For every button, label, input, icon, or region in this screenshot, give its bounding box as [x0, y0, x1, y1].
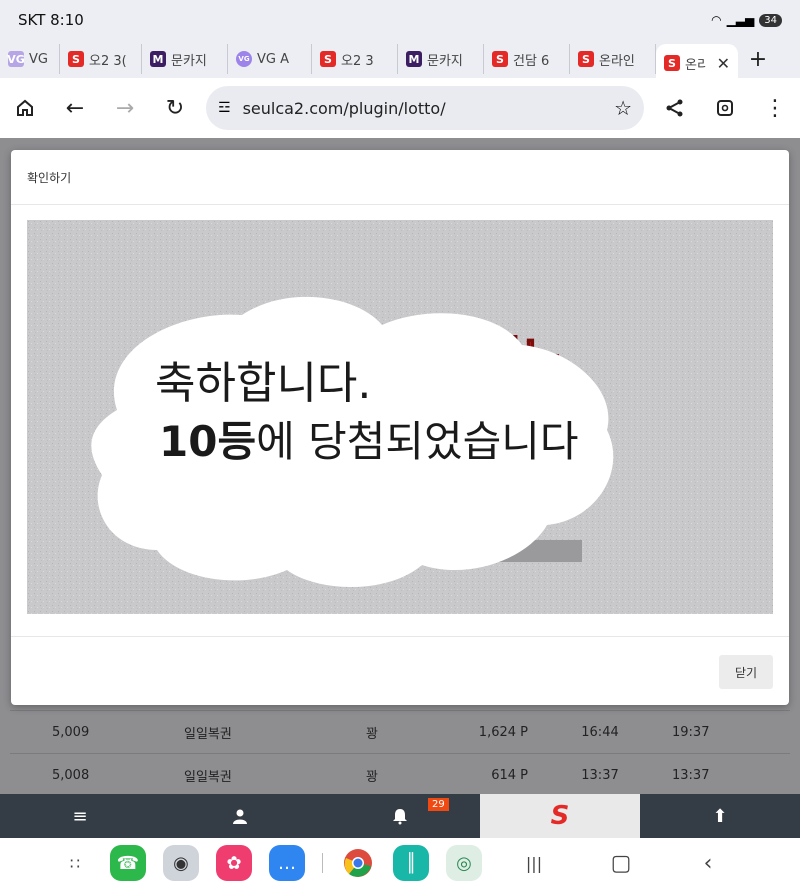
tab-item[interactable]: S 오2 3: [312, 44, 398, 74]
table-cell: 16:44: [529, 710, 671, 754]
camera-app-icon[interactable]: ◉: [163, 845, 199, 881]
close-button[interactable]: 닫기: [719, 655, 773, 689]
phone-app-icon[interactable]: ☎: [110, 845, 146, 881]
tab-favicon-icon: S: [320, 51, 336, 67]
tab-favicon-icon: S: [664, 55, 680, 71]
notification-bell-icon[interactable]: 29: [320, 794, 480, 838]
gallery-app-icon[interactable]: ✿: [216, 845, 252, 881]
tab-favicon-icon: S: [68, 51, 84, 67]
chrome-app-icon[interactable]: [340, 845, 376, 881]
tab-favicon-icon: M: [150, 51, 166, 67]
table-cell: 꽝: [365, 710, 447, 754]
table-cell: 13:37: [529, 753, 671, 796]
bookmark-star-icon[interactable]: ☆: [614, 96, 632, 120]
tab-favicon-icon: VG: [7, 51, 25, 67]
confirm-modal: 확인하기 카지노 축하합니다. 10등에 당첨되었습니다 닫기: [11, 150, 789, 705]
tab-favicon-icon: VG: [236, 51, 252, 67]
tab-item[interactable]: VG VG A: [228, 44, 312, 74]
user-icon[interactable]: [160, 794, 320, 838]
prize-rank-number: 10: [159, 417, 217, 466]
share-icon[interactable]: [650, 83, 700, 133]
more-menu-icon[interactable]: ⋮: [750, 83, 800, 133]
table-row: 5,008 일일복권 꽝 614 P 13:37 13:37: [10, 753, 790, 796]
scratch-card-canvas: 카지노 축하합니다. 10등에 당첨되었습니다: [27, 220, 773, 614]
tab-item[interactable]: M 문카지: [398, 44, 484, 74]
congrats-line-1: 축하합니다.: [155, 358, 371, 409]
url-text[interactable]: seulca2.com/plugin/lotto/: [243, 99, 603, 118]
system-icons: ◠ ▁▃▅ 34: [711, 13, 782, 27]
modal-header: 확인하기: [11, 150, 789, 205]
table-cell: 1,624 P: [447, 710, 529, 754]
home-icon[interactable]: [0, 83, 50, 133]
tab-title: VG A: [257, 51, 289, 67]
scratch-card[interactable]: 카지노 축하합니다. 10등에 당첨되었습니다: [27, 220, 773, 614]
messages-app-icon[interactable]: …: [269, 845, 305, 881]
browser-toolbar: ← → ↻ ☲ seulca2.com/plugin/lotto/ ☆ ⋮: [0, 78, 800, 138]
forward-icon[interactable]: →: [100, 83, 150, 133]
table-cell: 614 P: [447, 753, 529, 796]
prize-message: 에 당첨되었습니다: [256, 417, 578, 466]
tab-title: 오2 3: [341, 53, 374, 69]
tab-favicon-icon: S: [492, 51, 508, 67]
barcode-app-icon[interactable]: ║: [393, 845, 429, 881]
wifi-icon: ◠: [711, 13, 722, 27]
tab-title: 오2 3(: [89, 53, 127, 69]
site-bottom-nav: ≡ 29 S ⬆: [0, 794, 800, 838]
tab-item-active[interactable]: S 온리 ✕: [656, 44, 738, 82]
tab-title: 문카지: [427, 53, 463, 69]
congrats-line-2: 10등에 당첨되었습니다: [159, 417, 579, 466]
tab-switcher-icon[interactable]: [700, 83, 750, 133]
notification-badge: 29: [428, 798, 449, 811]
table-cell: 13:37: [671, 753, 790, 796]
scroll-top-icon[interactable]: ⬆: [640, 794, 800, 838]
back-icon[interactable]: ←: [50, 83, 100, 133]
tab-item[interactable]: VG VG Ar: [0, 44, 60, 74]
tab-favicon-icon: M: [406, 51, 422, 67]
tab-strip: VG VG Ar S 오2 3( M 문카지 VG VG A S 오2 3 M …: [0, 40, 800, 82]
back-button-icon[interactable]: ‹: [673, 851, 743, 876]
recent-apps-icon[interactable]: |||: [499, 854, 569, 873]
tab-title: 건담 6: [513, 53, 550, 69]
tab-item[interactable]: S 오2 3(: [60, 44, 142, 74]
status-time: SKT 8:10: [18, 11, 84, 29]
new-tab-button[interactable]: +: [738, 47, 778, 72]
modal-footer: 닫기: [11, 636, 789, 706]
home-button-icon[interactable]: ▢: [586, 851, 656, 876]
tab-item[interactable]: S 온라인: [570, 44, 656, 74]
tab-title: 온라인: [599, 53, 635, 69]
tab-title: VG Ar: [29, 51, 51, 67]
table-cell: 일일복권: [183, 753, 365, 796]
signal-icon: ▁▃▅: [726, 13, 755, 27]
tab-title: 온리: [685, 57, 706, 73]
modal-title: 확인하기: [27, 170, 72, 185]
prize-rank-suffix: 등: [217, 417, 256, 466]
android-navigation-bar: ∷ ☎ ◉ ✿ … ║ ◎ ||| ▢ ‹: [0, 838, 800, 888]
tab-favicon-icon: S: [578, 51, 594, 67]
table-cell: 5,009: [10, 710, 183, 754]
table-row: 5,009 일일복권 꽝 1,624 P 16:44 19:37: [10, 710, 790, 754]
lotto-history-table: 5,009 일일복권 꽝 1,624 P 16:44 19:37 5,008 일…: [10, 710, 790, 796]
tab-title: 문카지: [171, 53, 207, 69]
globe-app-icon[interactable]: ◎: [446, 845, 482, 881]
table-cell: 19:37: [671, 710, 790, 754]
site-settings-icon[interactable]: ☲: [218, 100, 231, 116]
close-tab-icon[interactable]: ✕: [717, 54, 730, 73]
table-cell: 5,008: [10, 753, 183, 796]
reload-icon[interactable]: ↻: [150, 83, 200, 133]
app-drawer-icon[interactable]: ∷: [57, 854, 93, 873]
battery-icon: 34: [759, 13, 782, 27]
tab-item[interactable]: M 문카지: [142, 44, 228, 74]
address-bar[interactable]: ☲ seulca2.com/plugin/lotto/ ☆: [206, 86, 644, 130]
table-cell: 일일복권: [183, 710, 365, 754]
status-bar: SKT 8:10 ◠ ▁▃▅ 34: [0, 0, 800, 40]
site-logo-icon[interactable]: S: [480, 794, 640, 838]
menu-icon[interactable]: ≡: [0, 794, 160, 838]
table-cell: 꽝: [365, 753, 447, 796]
tab-item[interactable]: S 건담 6: [484, 44, 570, 74]
dock-divider: [322, 853, 323, 873]
